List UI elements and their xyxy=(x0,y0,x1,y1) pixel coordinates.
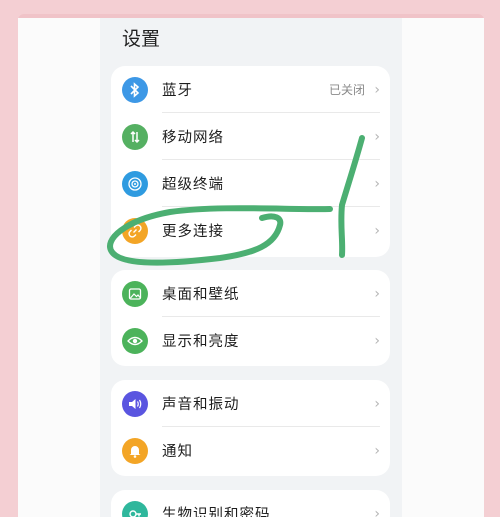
settings-item-sounds-vibration[interactable]: 声音和振动 › xyxy=(111,380,390,427)
link-icon xyxy=(122,217,148,244)
settings-item-label: 移动网络 xyxy=(162,130,224,146)
chevron-right-icon: › xyxy=(374,505,380,517)
chevron-right-icon: › xyxy=(374,285,380,302)
settings-item-label: 更多连接 xyxy=(162,224,224,240)
settings-item-label: 蓝牙 xyxy=(162,83,193,99)
settings-item-mobile-network[interactable]: 移动网络 › xyxy=(111,113,390,160)
settings-item-desktop-wallpaper[interactable]: 桌面和壁纸 › xyxy=(111,270,390,317)
chevron-right-icon: › xyxy=(374,222,380,239)
chevron-right-icon: › xyxy=(374,128,380,145)
settings-item-label: 超级终端 xyxy=(162,177,224,193)
display-group: 桌面和壁纸 › 显示和亮度 › xyxy=(111,270,390,366)
settings-item-label: 显示和亮度 xyxy=(162,334,240,350)
eye-icon xyxy=(122,327,148,354)
super-device-icon xyxy=(122,170,148,197)
settings-item-bluetooth[interactable]: 蓝牙 已关闭 › xyxy=(111,66,390,113)
chevron-right-icon: › xyxy=(374,175,380,192)
connectivity-group: 蓝牙 已关闭 › 移动网络 › 超级终端 › 更多连接 › xyxy=(111,66,390,257)
speaker-icon xyxy=(122,390,148,417)
settings-item-more-connections[interactable]: 更多连接 › xyxy=(111,207,390,254)
bell-icon xyxy=(122,437,148,464)
chevron-right-icon: › xyxy=(374,442,380,459)
wallpaper-icon xyxy=(122,280,148,307)
settings-item-super-device[interactable]: 超级终端 › xyxy=(111,160,390,207)
security-group: 生物识别和密码 › xyxy=(111,490,390,517)
key-icon xyxy=(122,500,148,517)
bluetooth-icon xyxy=(122,76,148,103)
settings-item-biometrics-password[interactable]: 生物识别和密码 › xyxy=(111,490,390,517)
mobile-network-icon xyxy=(122,123,148,150)
settings-item-label: 生物识别和密码 xyxy=(162,507,271,517)
settings-item-notifications[interactable]: 通知 › xyxy=(111,427,390,474)
settings-item-display-brightness[interactable]: 显示和亮度 › xyxy=(111,317,390,364)
chevron-right-icon: › xyxy=(374,395,380,412)
settings-item-label: 通知 xyxy=(162,444,193,460)
chevron-right-icon: › xyxy=(374,332,380,349)
chevron-right-icon: › xyxy=(374,81,380,98)
bluetooth-status: 已关闭 xyxy=(328,83,365,97)
settings-item-label: 桌面和壁纸 xyxy=(162,287,240,303)
sound-notification-group: 声音和振动 › 通知 › xyxy=(111,380,390,476)
settings-item-label: 声音和振动 xyxy=(162,397,240,413)
page-title: 设置 xyxy=(122,28,161,50)
